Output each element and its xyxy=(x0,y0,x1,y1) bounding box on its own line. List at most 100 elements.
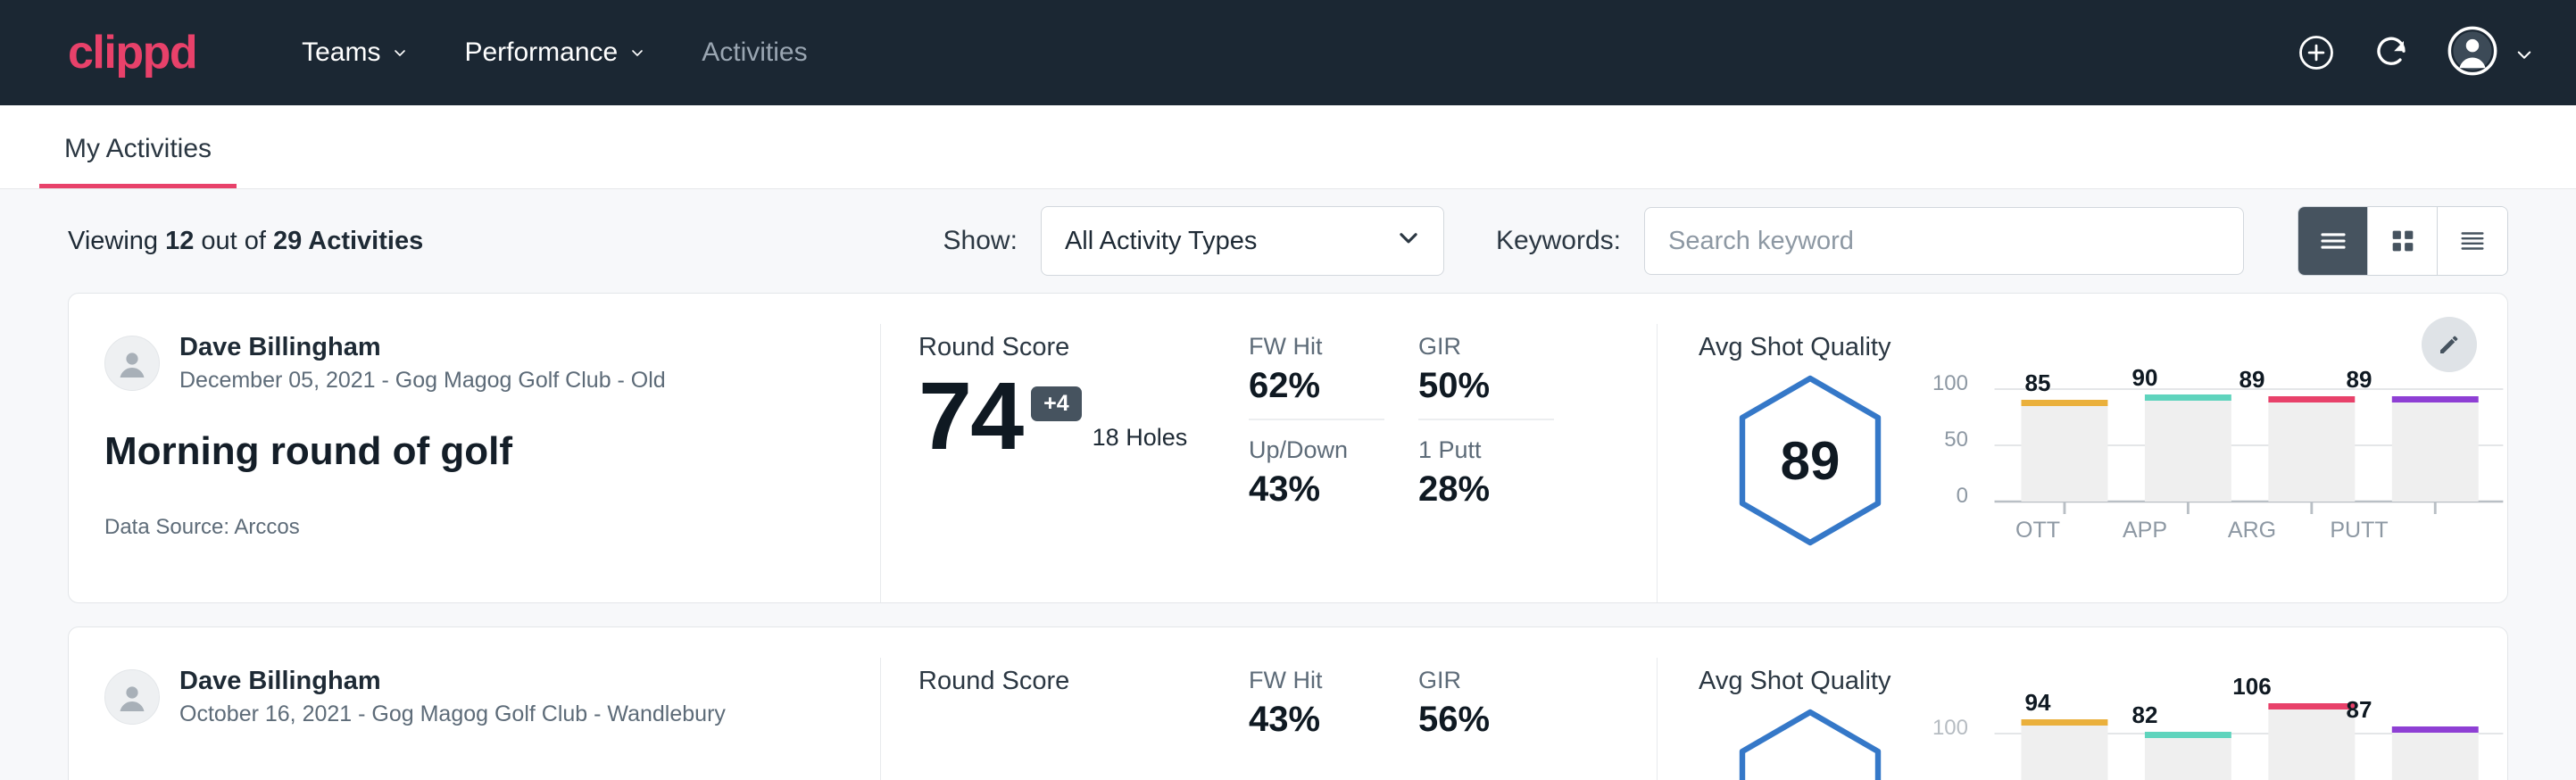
activity-data-source: Data Source: Arccos xyxy=(104,515,844,540)
y-axis-tick-100: 100 xyxy=(1922,371,1968,396)
activity-type-select[interactable]: All Activity Types xyxy=(1041,206,1444,276)
activity-user-name: Dave Billingham xyxy=(179,333,666,362)
stat-up-down-value: 43% xyxy=(1249,469,1384,510)
round-score-label: Round Score xyxy=(918,667,1238,696)
y-axis-tick-100: 100 xyxy=(1922,716,1968,741)
stat-fw-hit: FW Hit 43% xyxy=(1249,667,1384,752)
x-axis-label-arg: ARG xyxy=(2215,518,2289,544)
nav-item-activities[interactable]: Activities xyxy=(673,37,835,68)
refresh-icon[interactable] xyxy=(2372,34,2410,71)
x-axis-label-putt: PUTT xyxy=(2322,518,2397,544)
round-score-label: Round Score xyxy=(918,333,1238,362)
nav-item-activities-label: Activities xyxy=(702,37,807,68)
chevron-down-icon xyxy=(630,46,644,60)
stat-gir-label: GIR xyxy=(1418,667,1554,694)
bar-value-putt: 89 xyxy=(2322,366,2397,394)
viewing-count: 12 xyxy=(165,227,194,255)
activity-info-column: Dave Billingham December 05, 2021 - Gog … xyxy=(69,324,881,602)
bar-value-arg: 89 xyxy=(2215,366,2289,394)
stats-grid: FW Hit 62% GIR 50% Up/Down 43% 1 Putt 28… xyxy=(1249,333,1657,522)
stat-gir: GIR 50% xyxy=(1418,333,1554,420)
view-mode-grid-button[interactable] xyxy=(2368,207,2438,275)
score-to-par-badge: +4 xyxy=(1031,386,1082,421)
quality-hexagon-value xyxy=(1732,707,1889,780)
stat-fw-hit-value: 43% xyxy=(1249,700,1384,740)
nav-item-teams-label: Teams xyxy=(302,37,380,68)
chevron-down-icon xyxy=(2515,46,2530,60)
filter-toolbar: Viewing 12 out of 29 Activities Show: Al… xyxy=(68,189,2508,293)
y-axis-tick-0: 0 xyxy=(1922,484,1968,509)
chevron-down-icon xyxy=(1397,226,1420,256)
avatar xyxy=(104,336,160,391)
avg-shot-quality-label: Avg Shot Quality xyxy=(1699,667,2507,696)
stat-fw-hit-label: FW Hit xyxy=(1249,667,1384,694)
quality-hexagon-value: 89 xyxy=(1732,373,1889,548)
bar-value-ott: 94 xyxy=(2000,689,2075,717)
tab-strip: My Activities xyxy=(0,105,2576,189)
show-filter-group: Show: All Activity Types xyxy=(943,206,1444,276)
quality-hex-wrap: 89 xyxy=(1699,366,1922,548)
quality-hexagon xyxy=(1732,707,1889,780)
nav-item-performance-label: Performance xyxy=(464,37,618,68)
activity-card[interactable]: Dave Billingham December 05, 2021 - Gog … xyxy=(68,293,2508,603)
activity-card[interactable]: Dave Billingham October 16, 2021 - Gog M… xyxy=(68,626,2508,780)
nav-action-icons xyxy=(2298,26,2530,80)
page-content: Viewing 12 out of 29 Activities Show: Al… xyxy=(0,189,2576,780)
stat-up-down: Up/Down 43% xyxy=(1249,436,1384,522)
bar-value-putt: 87 xyxy=(2322,696,2397,724)
shot-quality-bar-chart: 100 94 82 106 87 xyxy=(1922,700,2507,780)
main-nav-links: Teams Performance Activities xyxy=(273,37,835,68)
account-avatar-icon xyxy=(2447,26,2497,80)
view-mode-toggle xyxy=(2298,206,2508,276)
activity-user: Dave Billingham October 16, 2021 - Gog M… xyxy=(104,667,844,727)
round-score-column: Round Score xyxy=(881,658,1238,780)
stat-gir-value: 50% xyxy=(1418,366,1554,406)
stat-one-putt: 1 Putt 28% xyxy=(1418,436,1554,522)
bar-value-ott: 85 xyxy=(2000,369,2075,397)
nav-item-teams[interactable]: Teams xyxy=(273,37,436,68)
bar-value-app: 82 xyxy=(2107,701,2182,729)
round-score-column: Round Score 74 +4 18 Holes xyxy=(881,324,1238,602)
nav-item-performance[interactable]: Performance xyxy=(436,37,673,68)
viewing-total: 29 Activities xyxy=(273,227,423,255)
brand-logo[interactable]: clippd xyxy=(68,29,196,76)
quality-hexagon: 89 xyxy=(1732,373,1889,548)
stats-column: FW Hit 43% GIR 56% xyxy=(1238,658,1658,780)
x-axis-label-ott: OTT xyxy=(2000,518,2075,544)
activity-meta: October 16, 2021 - Gog Magog Golf Club -… xyxy=(179,701,726,727)
stat-gir-value: 56% xyxy=(1418,700,1554,740)
activity-title: Morning round of golf xyxy=(104,429,844,474)
stat-one-putt-value: 28% xyxy=(1418,469,1554,510)
tab-my-activities[interactable]: My Activities xyxy=(39,134,237,188)
activity-user-text: Dave Billingham October 16, 2021 - Gog M… xyxy=(179,667,726,727)
activity-user-name: Dave Billingham xyxy=(179,667,726,696)
stats-column: FW Hit 62% GIR 50% Up/Down 43% 1 Putt 28… xyxy=(1238,324,1658,602)
search-input[interactable]: Search keyword xyxy=(1644,207,2244,275)
round-score-row: 74 +4 18 Holes xyxy=(918,368,1238,464)
shot-quality-body: 100 94 82 106 87 xyxy=(1699,700,2507,780)
stat-fw-hit-label: FW Hit xyxy=(1249,333,1384,361)
round-score-value: 74 xyxy=(918,368,1022,464)
shot-quality-column: Avg Shot Quality 89 xyxy=(1658,324,2507,602)
quality-hex-wrap xyxy=(1699,700,1922,780)
avg-shot-quality-label: Avg Shot Quality xyxy=(1699,333,2507,362)
viewing-prefix: Viewing xyxy=(68,227,165,255)
shot-quality-body: 89 xyxy=(1699,366,2507,548)
activity-user-text: Dave Billingham December 05, 2021 - Gog … xyxy=(179,333,666,394)
activity-info-column: Dave Billingham October 16, 2021 - Gog M… xyxy=(69,658,881,780)
stat-gir-label: GIR xyxy=(1418,333,1554,361)
keywords-label: Keywords: xyxy=(1496,226,1621,256)
add-circle-icon[interactable] xyxy=(2298,34,2335,71)
top-navigation-bar: clippd Teams Performance Activities xyxy=(0,0,2576,105)
activity-meta: December 05, 2021 - Gog Magog Golf Club … xyxy=(179,368,666,394)
stat-fw-hit: FW Hit 62% xyxy=(1249,333,1384,420)
activity-card-list: Dave Billingham December 05, 2021 - Gog … xyxy=(68,293,2508,780)
account-menu[interactable] xyxy=(2447,26,2530,80)
edit-activity-button[interactable] xyxy=(2422,317,2477,372)
stat-gir: GIR 56% xyxy=(1418,667,1554,752)
chevron-down-icon xyxy=(393,46,407,60)
viewing-middle: out of xyxy=(194,227,273,255)
activity-type-selected-value: All Activity Types xyxy=(1065,227,1397,256)
view-mode-compact-button[interactable] xyxy=(2438,207,2507,275)
view-mode-list-button[interactable] xyxy=(2298,207,2368,275)
